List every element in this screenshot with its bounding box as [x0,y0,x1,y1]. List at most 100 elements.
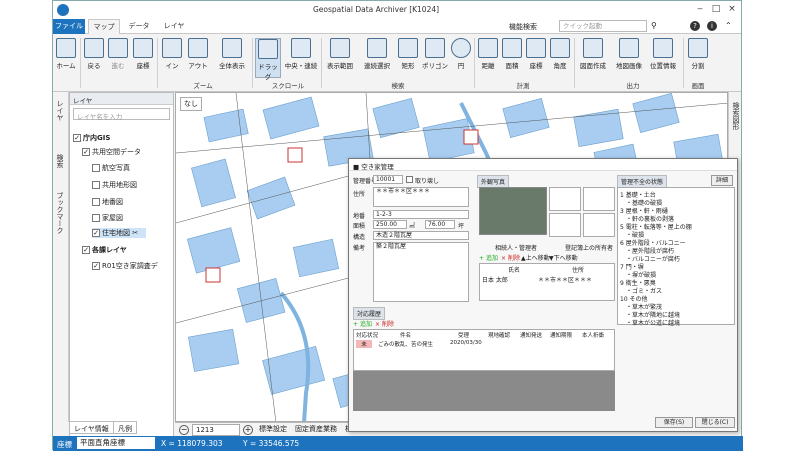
zoom-in-button[interactable]: イン [161,38,183,70]
vtab-search[interactable]: 検索 [55,154,65,168]
drag-button[interactable]: ドラッグ [255,38,281,81]
owner-delete-button[interactable]: × 削除 [501,253,520,262]
zoom-out-circle-icon[interactable]: − [179,425,189,435]
memo-field[interactable]: 築２階瓦屋 [373,242,469,302]
area2-field[interactable]: 76.00 [425,220,455,229]
polygon-button[interactable]: ポリゴン [421,38,449,70]
circle-button[interactable]: 円 [451,38,471,70]
minimize-icon[interactable]: ‒ [693,4,707,16]
history-add-button[interactable]: + 追加 [353,319,372,328]
vtab-search-shape[interactable]: 検索図形 [731,102,741,130]
coord-system-select[interactable]: 平面直角座標 [77,437,155,449]
tab-data[interactable]: データ [123,19,155,34]
layer-none-label[interactable]: なし [180,97,202,111]
help-icon[interactable]: ? [690,21,700,31]
detail-button[interactable]: 詳細 [711,175,733,186]
area-button[interactable]: 面積 [501,38,523,70]
owner-down-button[interactable]: ▼下へ移動 [549,253,578,262]
scale-input[interactable]: 1213 [192,424,240,436]
tree-item-residential[interactable]: ✓ 住宅地図 ✂ [92,228,147,238]
tree-root[interactable]: ✓ 庁内GIS [73,133,110,143]
photo-thumb[interactable] [583,187,615,211]
area-field[interactable]: 250.00 [373,220,407,229]
checkbox[interactable]: ✓ [92,229,100,237]
wrench-icon[interactable]: ✂ [132,229,138,237]
photo-thumb[interactable] [549,187,581,211]
owner-up-button[interactable]: ▲上へ移動 [521,253,550,262]
history-cell-status[interactable]: 未 [356,340,372,348]
checkbox[interactable] [92,198,100,206]
tree-item-dept[interactable]: ✓ 各課レイヤ [82,245,127,255]
continuous-select-button[interactable]: 連続選択 [360,38,394,70]
rect-button[interactable]: 矩形 [397,38,419,70]
tree-item-shared[interactable]: ✓ 共用空間データ [82,147,141,157]
owner-cell-name[interactable]: 日本 太郎 [482,275,508,284]
checkbox[interactable]: ✓ [82,148,90,156]
position-info-button[interactable]: 位置情報 [647,38,679,70]
vtab-bookmark[interactable]: ブックマーク [55,192,65,234]
home-button[interactable]: ホーム [55,38,77,70]
history-cell-subject[interactable]: ごみの散乱、苦の発生 [378,340,433,348]
history-col: 件名 [400,333,412,339]
checkbox[interactable] [92,214,100,222]
binoculars-icon[interactable]: ⚲ [651,21,657,30]
display-range-label: 表示範囲 [327,62,353,70]
split-button[interactable]: 分割 [687,38,709,70]
zoom-in-circle-icon[interactable]: + [243,425,253,435]
save-button[interactable]: 保存(S) [655,417,693,428]
demolish-checkbox[interactable] [406,176,413,183]
history-delete-button[interactable]: × 削除 [375,319,394,328]
quick-launch-input[interactable]: クイック起動 [559,20,647,32]
distance-button[interactable]: 距離 [477,38,499,70]
owner-add-button[interactable]: + 追加 [479,253,498,262]
tree-item-vacant[interactable]: ✓ R01空き家調査デ [92,261,158,271]
owner-cell-address[interactable]: ＊＊市＊＊区＊＊＊ [538,275,592,284]
full-extent-button[interactable]: 全体表示 [215,38,249,70]
checkbox[interactable] [92,181,100,189]
tab-layer[interactable]: レイヤ [158,19,190,34]
map-tab-standard[interactable]: 標準設定 [259,424,287,434]
status-list-item[interactable]: ・草木が公道に越境 [626,318,680,327]
angle-button[interactable]: 角度 [549,38,571,70]
info-icon[interactable]: i [707,21,717,31]
measure-coord-button[interactable]: 座標 [525,38,547,70]
tree-item-aerial[interactable]: 航空写真 [92,163,130,173]
print-label: 図面作成 [580,62,606,70]
center-continuous-button[interactable]: 中央・連続 [284,38,318,70]
tree-item-lot[interactable]: 地番図 [92,197,123,207]
tab-owner[interactable]: 相続人・管理者 [495,243,537,252]
collapse-ribbon-icon[interactable]: ⌃ [725,21,732,30]
display-range-button[interactable]: 表示範囲 [323,38,357,70]
tab-registry[interactable]: 登記簿上の所有者 [565,243,613,252]
tab-layer-info[interactable]: レイヤ情報 [69,421,114,434]
tree-item-house[interactable]: 家屋図 [92,213,123,223]
house-photo[interactable] [479,187,547,235]
back-button[interactable]: 戻る [83,38,105,70]
layer-search-input[interactable]: レイヤ名を入力 [73,108,170,121]
lot-field[interactable]: 1-2-3 [373,210,469,219]
checkbox[interactable]: ✓ [92,262,100,270]
structure-select[interactable]: 木造２階瓦屋 [373,231,469,240]
close-icon[interactable]: × [725,4,739,16]
print-button[interactable]: 図面作成 [577,38,609,70]
close-button[interactable]: 閉じる(C) [695,417,735,428]
photo-thumb[interactable] [583,213,615,237]
photo-thumb[interactable] [549,213,581,237]
tab-legend[interactable]: 凡例 [113,421,137,434]
id-field[interactable]: 10001 [373,175,403,184]
tree-item-topo[interactable]: 共用地形図 [92,180,137,190]
tab-file[interactable]: ファイル [53,19,85,34]
vtab-layer[interactable]: レイヤ [55,100,65,121]
checkbox[interactable]: ✓ [82,246,90,254]
address-field[interactable]: ＊＊市＊＊区＊＊＊ [373,187,469,207]
maximize-icon[interactable]: □ [709,4,723,16]
checkbox[interactable] [92,164,100,172]
checkbox[interactable]: ✓ [73,134,81,142]
coord-button[interactable]: 座標 [132,38,154,70]
forward-button[interactable]: 進む [107,38,129,70]
map-image-button[interactable]: 地図画像 [613,38,645,70]
zoom-out-button[interactable]: アウト [186,38,210,70]
tab-map[interactable]: マップ [88,19,120,35]
map-tab-asset[interactable]: 固定資産業務 [295,424,337,434]
history-cell-date[interactable]: 2020/03/30 [450,340,482,346]
